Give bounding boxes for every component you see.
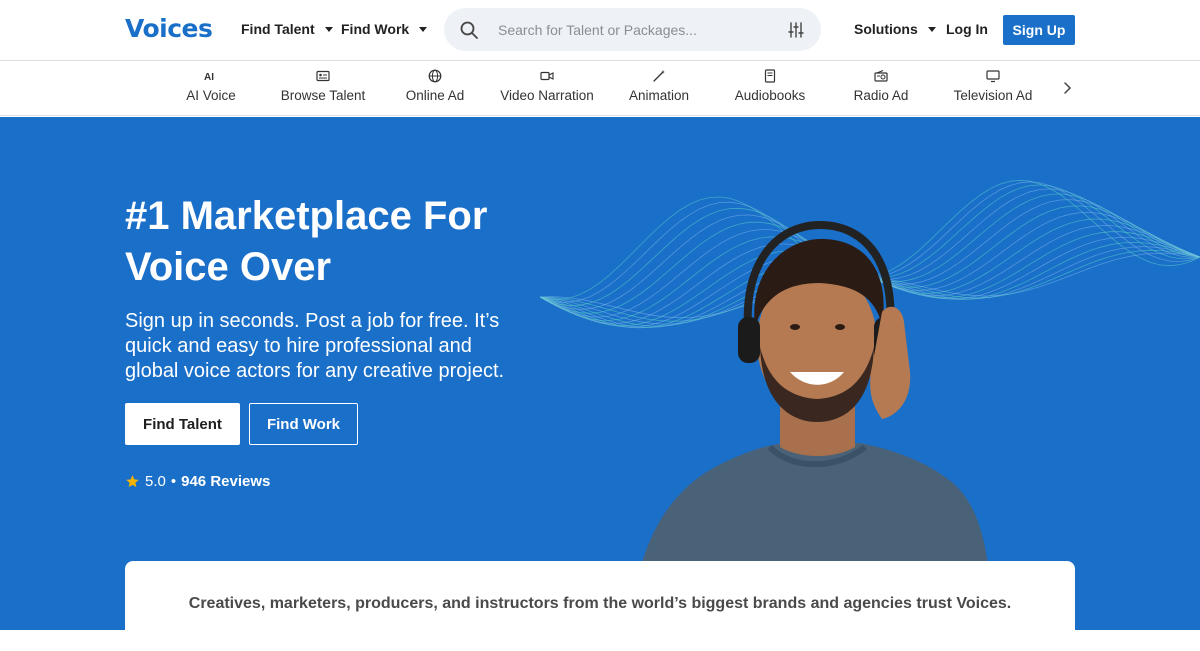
rating-separator: • [170,473,177,490]
chevron-down-icon [324,26,333,32]
filter-sliders-icon[interactable] [787,21,805,39]
find-talent-menu[interactable]: Find Talent [241,21,333,37]
magic-wand-icon [653,70,665,82]
signup-button[interactable]: Sign Up [1003,15,1075,45]
category-radio-ad[interactable]: Radio Ad [825,69,937,103]
category-label: AI Voice [186,88,236,103]
video-camera-icon [540,71,554,81]
find-work-button[interactable]: Find Work [249,403,358,445]
top-navigation: Voices Find Talent Find Work Solutions L… [0,0,1200,61]
find-talent-button[interactable]: Find Talent [125,403,240,445]
category-label: Browse Talent [280,88,366,103]
find-work-menu-label: Find Work [341,21,410,37]
category-label: Online Ad [405,88,465,103]
category-television-ad[interactable]: Television Ad [937,69,1049,103]
voices-logo[interactable]: Voices [125,14,213,43]
chevron-down-icon [419,26,428,32]
category-browse-talent[interactable]: Browse Talent [267,69,379,103]
category-audiobooks[interactable]: Audiobooks [714,69,826,103]
chevron-right-icon[interactable] [1060,80,1074,96]
category-bar: AI AI Voice Browse Talent Online Ad Vide… [0,61,1200,116]
find-talent-menu-label: Find Talent [241,21,315,37]
rating-score: 5.0 [145,473,166,490]
search-icon [460,21,478,39]
ai-icon: AI [204,72,214,83]
category-ai-voice[interactable]: AI AI Voice [155,69,267,103]
trust-text: Creatives, marketers, producers, and ins… [188,595,1012,612]
radio-icon [874,70,888,82]
category-animation[interactable]: Animation [603,69,715,103]
hero-section: #1 Marketplace For Voice Over Sign up in… [0,117,1200,630]
login-link[interactable]: Log In [946,21,988,37]
category-label: Audiobooks [734,88,806,103]
search-input[interactable] [498,8,768,51]
find-work-menu[interactable]: Find Work [341,21,428,37]
id-card-icon [316,70,330,82]
book-icon [764,69,776,83]
trust-banner: Creatives, marketers, producers, and ins… [125,561,1075,651]
category-video-narration[interactable]: Video Narration [491,69,603,103]
solutions-menu[interactable]: Solutions [854,21,936,37]
category-label: Animation [628,88,690,103]
chevron-down-icon [927,26,936,32]
rating-summary: 5.0 • 946 Reviews [125,473,270,490]
globe-icon [428,69,442,83]
solutions-menu-label: Solutions [854,21,918,37]
tv-icon [986,70,1000,83]
search-bar [444,8,821,51]
category-label: Radio Ad [853,88,909,103]
category-label: Television Ad [953,88,1033,103]
reviews-link[interactable]: 946 Reviews [181,473,270,490]
hero-title: #1 Marketplace For Voice Over [125,194,488,289]
category-online-ad[interactable]: Online Ad [379,69,491,103]
category-label: Video Narration [500,88,594,103]
hero-subtitle: Sign up in seconds. Post a job for free.… [125,310,505,382]
star-icon [126,475,139,488]
svg-text:AI: AI [204,72,214,83]
